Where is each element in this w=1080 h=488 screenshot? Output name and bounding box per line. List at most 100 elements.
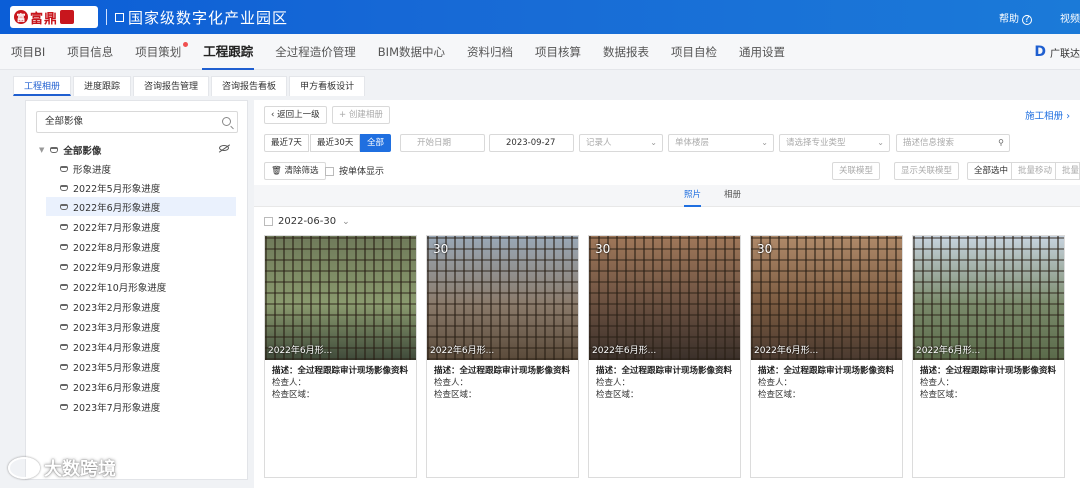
photo-area: 检查区域： <box>920 390 963 400</box>
tree-item-selected[interactable]: 2022年6月形象进度 <box>46 197 236 216</box>
create-album-button[interactable]: + 创建相册 <box>332 106 390 124</box>
tree-item[interactable]: 2022年5月形象进度 <box>46 178 236 197</box>
nav-item-settings[interactable]: 通用设置 <box>728 34 796 70</box>
tree-item[interactable]: 2023年4月形象进度 <box>46 337 236 356</box>
back-button[interactable]: ‹ 返回上一级 <box>264 106 327 124</box>
tree-item[interactable]: 2022年9月形象进度 <box>46 257 236 276</box>
tree-item[interactable]: 形象进度 <box>46 159 236 178</box>
nav-item-accounting[interactable]: 项目核算 <box>524 34 592 70</box>
subtab-progress-tracking[interactable]: 进度跟踪 <box>73 76 132 96</box>
show-link-model-button[interactable]: 显示关联模型 <box>894 162 960 180</box>
watermark: 大数跨境 <box>8 455 116 481</box>
photo-area: 检查区域： <box>272 390 315 400</box>
nav-item-archive[interactable]: 资料归档 <box>456 34 524 70</box>
unit-floor-select[interactable]: 单体楼层 ⌄ <box>668 134 774 152</box>
tree-item[interactable]: 2023年2月形象进度 <box>46 297 236 316</box>
subtab-project-album[interactable]: 工程相册 <box>13 76 72 96</box>
date-group-checkbox[interactable] <box>264 217 273 226</box>
tab-albums[interactable]: 相册 <box>724 185 741 207</box>
recorder-select[interactable]: 记录人 ⌄ <box>579 134 663 152</box>
nav-item-self-check[interactable]: 项目自检 <box>660 34 728 70</box>
album-node-icon <box>60 403 68 410</box>
tree-item[interactable]: 2023年7月形象进度 <box>46 397 236 416</box>
tree-item[interactable]: 2023年5月形象进度 <box>46 357 236 376</box>
photo-label: 2022年6月形... <box>916 346 981 356</box>
chevron-down-icon: ⌄ <box>877 138 884 147</box>
help-circle-icon: ? <box>1022 14 1032 25</box>
construction-photo[interactable]: 30 2022年6月形... <box>589 236 740 360</box>
subtab-report-board[interactable]: 咨询报告看板 <box>211 76 288 96</box>
watermark-text: 大数跨境 <box>44 459 116 480</box>
glodon-label: 广联达 <box>1050 48 1080 60</box>
tree-item-label: 2023年6月形象进度 <box>73 382 161 394</box>
specialty-placeholder: 请选择专业类型 <box>786 138 846 148</box>
checkbox-box[interactable] <box>325 167 334 176</box>
tree-search-input[interactable]: 全部影像 <box>36 111 238 133</box>
construction-photo[interactable]: 30 2022年6月形... <box>427 236 578 360</box>
help-link[interactable]: 帮助? <box>999 10 1032 25</box>
photo-card[interactable]: 2022年6月形... 描述：全过程跟踪审计现场影像资料 检查人： 检查区域： <box>264 235 417 478</box>
construction-photo[interactable]: 2022年6月形... <box>913 236 1064 360</box>
date-group-header[interactable]: 2022-06-30 ⌄ <box>264 216 350 227</box>
photo-card[interactable]: 30 2022年6月形... 描述：全过程跟踪审计现场影像资料 检查人： 检查区域： <box>750 235 903 478</box>
help-label: 帮助 <box>999 13 1019 25</box>
album-node-icon <box>60 323 68 330</box>
album-node-icon <box>60 363 68 370</box>
search-icon[interactable] <box>222 117 231 126</box>
nav-item-cost-management[interactable]: 全过程造价管理 <box>264 34 367 70</box>
specialty-select[interactable]: 请选择专业类型 ⌄ <box>779 134 890 152</box>
album-content-panel: ‹ 返回上一级 + 创建相册 施工相册 › 最近7天 最近30天 全部 开始日期… <box>254 100 1080 488</box>
tree-item[interactable]: 2022年8月形象进度 <box>46 237 236 256</box>
range-all[interactable]: 全部 <box>360 134 392 152</box>
nav-item-engineering-tracking[interactable]: 工程跟踪 <box>192 34 264 70</box>
park-title[interactable]: 国家级数字化产业园区 <box>128 7 288 28</box>
brand-badge-icon <box>60 10 75 24</box>
search-icon[interactable]: ⚲ <box>998 135 1004 151</box>
start-date-placeholder: 开始日期 <box>417 138 452 148</box>
range-last-7-days[interactable]: 最近7天 <box>264 134 309 152</box>
photo-card[interactable]: 30 2022年6月形... 描述：全过程跟踪审计现场影像资料 检查人： 检查区域： <box>426 235 579 478</box>
video-link[interactable]: 视频 <box>1060 10 1080 25</box>
subtab-client-board-design[interactable]: 甲方看板设计 <box>289 76 366 96</box>
photo-card[interactable]: 2022年6月形... 描述：全过程跟踪审计现场影像资料 检查人： 检查区域： <box>912 235 1065 478</box>
construction-photo[interactable]: 30 2022年6月形... <box>751 236 902 360</box>
by-unit-label: 按单体显示 <box>339 167 385 177</box>
subtab-report-management[interactable]: 咨询报告管理 <box>133 76 210 96</box>
caret-down-icon[interactable]: ▼ <box>39 146 44 154</box>
photo-count: 30 <box>757 242 773 256</box>
chevron-down-icon[interactable]: ⌄ <box>342 217 350 227</box>
by-unit-checkbox[interactable]: 按单体显示 <box>325 164 384 177</box>
tree-item[interactable]: 2023年6月形象进度 <box>46 377 236 396</box>
start-date-input[interactable]: 开始日期 <box>400 134 485 152</box>
album-node-icon <box>60 223 68 230</box>
nav-item-bim-center[interactable]: BIM数据中心 <box>367 34 456 70</box>
photo-count: 30 <box>595 242 611 256</box>
tree-item[interactable]: 2022年7月形象进度 <box>46 217 236 236</box>
tree-item[interactable]: 2023年3月形象进度 <box>46 317 236 336</box>
photo-inspector: 检查人： <box>758 378 793 388</box>
construction-album-link[interactable]: 施工相册 › <box>1025 108 1070 122</box>
end-date-input[interactable]: 2023-09-27 <box>489 134 574 152</box>
batch-move-button[interactable]: 批量移动 <box>1011 162 1060 180</box>
glodon-brand[interactable]: D 广联达 <box>1034 34 1080 70</box>
tree-item-label: 2023年2月形象进度 <box>73 302 161 314</box>
construction-photo[interactable]: 2022年6月形... <box>265 236 416 360</box>
description-search-input[interactable]: 描述信息搜索 ⚲ <box>896 134 1010 152</box>
photo-description: 描述：全过程跟踪审计现场影像资料 <box>758 366 895 376</box>
batch-action-button[interactable]: 批量 <box>1055 162 1080 180</box>
nav-item-project-bi[interactable]: 项目BI <box>0 34 56 70</box>
nav-item-reports[interactable]: 数据报表 <box>592 34 660 70</box>
range-last-30-days[interactable]: 最近30天 <box>310 134 361 152</box>
clear-filter-button[interactable]: 🗑 清除筛选 <box>264 162 326 180</box>
select-all-button[interactable]: 全部选中 <box>967 162 1016 180</box>
tab-photos[interactable]: 照片 <box>684 185 702 207</box>
link-model-button[interactable]: 关联模型 <box>832 162 881 180</box>
eye-off-icon[interactable] <box>219 145 229 151</box>
nav-item-project-plan[interactable]: 项目策划 <box>124 34 192 70</box>
tree-root-all-images[interactable]: ▼ 全部影像 <box>39 141 239 159</box>
nav-item-project-info[interactable]: 项目信息 <box>56 34 124 70</box>
brand-logo[interactable]: 富 富鼎 <box>10 6 98 28</box>
clear-filter-label: 清除筛选 <box>284 166 319 176</box>
tree-item[interactable]: 2022年10月形象进度 <box>46 277 236 296</box>
photo-card[interactable]: 30 2022年6月形... 描述：全过程跟踪审计现场影像资料 检查人： 检查区域： <box>588 235 741 478</box>
